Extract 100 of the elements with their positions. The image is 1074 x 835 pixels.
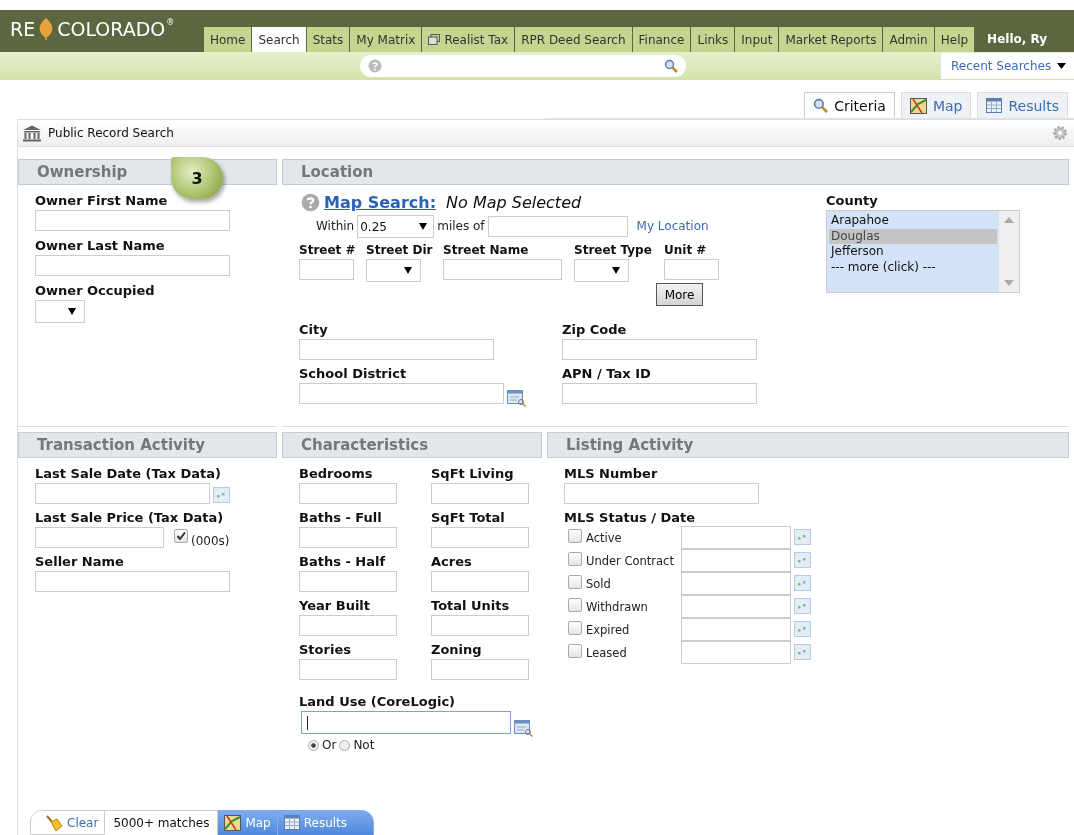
view-tab[interactable]: Map — [900, 92, 972, 118]
input-field[interactable] — [299, 615, 397, 636]
input-field[interactable] — [299, 571, 397, 592]
calendar-icon[interactable] — [794, 552, 811, 568]
nav-tab[interactable]: RPR Deed Search — [515, 27, 633, 52]
calendar-icon[interactable] — [794, 644, 811, 660]
input-field[interactable] — [431, 527, 529, 548]
calendar-icon[interactable] — [794, 621, 811, 637]
view-tab[interactable]: Criteria — [804, 92, 895, 118]
input-field[interactable] — [431, 483, 529, 504]
input-field[interactable] — [299, 483, 397, 504]
my-location-link[interactable]: My Location — [636, 219, 709, 233]
input-field[interactable] — [35, 483, 210, 504]
date-field[interactable] — [681, 549, 791, 572]
input-field[interactable] — [299, 527, 397, 548]
date-field[interactable] — [681, 526, 791, 549]
calendar-icon[interactable] — [213, 487, 230, 503]
map-icon — [909, 97, 927, 114]
field-label: Seller Name — [35, 554, 125, 570]
help-icon[interactable] — [301, 193, 320, 212]
help-icon[interactable] — [368, 59, 382, 73]
checkbox[interactable] — [568, 598, 582, 612]
input-field[interactable] — [35, 527, 164, 548]
nav-tab[interactable]: Input — [735, 27, 780, 52]
view-tab[interactable]: Results — [977, 92, 1068, 118]
registered-mark: ® — [166, 18, 175, 27]
nav-tab[interactable]: Stats — [306, 27, 351, 52]
checkbox[interactable] — [568, 529, 582, 543]
unit-label: (000s) — [191, 534, 230, 548]
input-field[interactable] — [562, 339, 757, 360]
nav-tab[interactable]: My Matrix — [350, 27, 423, 52]
input-field[interactable] — [431, 571, 529, 592]
field-label: City — [299, 322, 329, 338]
date-field[interactable] — [681, 595, 791, 618]
input-field[interactable] — [664, 259, 719, 280]
more-button[interactable]: More — [656, 283, 703, 306]
scroll-up-icon[interactable] — [1004, 217, 1014, 223]
nav-tab[interactable]: Help — [934, 27, 976, 52]
nav-tab[interactable]: Links — [691, 27, 736, 52]
nav-tab[interactable]: Finance — [632, 27, 692, 52]
radio-button[interactable] — [339, 739, 351, 751]
scroll-down-icon[interactable] — [1004, 280, 1014, 286]
input-field[interactable] — [299, 339, 494, 360]
checkbox[interactable] — [568, 621, 582, 635]
table-icon — [986, 98, 1003, 113]
select-field[interactable] — [574, 259, 629, 282]
lookup-icon[interactable] — [507, 390, 526, 407]
caret-icon — [68, 308, 76, 315]
calendar-icon[interactable] — [794, 529, 811, 545]
calendar-icon[interactable] — [794, 575, 811, 591]
nav-tab[interactable]: Home — [204, 27, 253, 52]
select-field[interactable] — [366, 259, 421, 282]
miles-of-label: miles of — [437, 219, 485, 233]
input-field[interactable] — [564, 483, 759, 504]
section-header: Location — [282, 159, 1069, 185]
input-field[interactable] — [299, 259, 354, 280]
quick-search-field[interactable] — [360, 55, 686, 77]
input-field[interactable] — [299, 383, 504, 404]
county-option[interactable]: Arapahoe — [829, 213, 997, 229]
address-field[interactable] — [487, 215, 628, 237]
county-option[interactable]: Douglas — [829, 228, 997, 244]
clear-button[interactable]: Clear — [30, 810, 106, 835]
county-listbox[interactable]: Arapahoe Douglas Jefferson --- more (click) --- — [826, 210, 1020, 293]
checkbox[interactable] — [568, 552, 582, 566]
input-field[interactable] — [299, 659, 397, 680]
input-field[interactable] — [443, 259, 562, 280]
nav-tab[interactable]: Market Reports — [779, 27, 884, 52]
input-field[interactable] — [35, 571, 230, 592]
input-field[interactable] — [35, 255, 230, 276]
input-field[interactable] — [562, 383, 757, 404]
logo-text: COLORADO — [57, 18, 166, 40]
checkbox[interactable] — [568, 644, 582, 658]
date-field[interactable] — [681, 572, 791, 595]
radio-button[interactable] — [308, 739, 319, 751]
date-field[interactable] — [681, 618, 791, 641]
calendar-icon[interactable] — [794, 598, 811, 614]
checkbox[interactable] — [568, 575, 582, 589]
lookup-icon[interactable] — [514, 720, 533, 737]
step-badge: 3 — [171, 157, 223, 199]
input-field[interactable] — [431, 615, 529, 636]
select-field[interactable] — [35, 300, 85, 323]
search-icon[interactable] — [664, 59, 678, 73]
input-field[interactable] — [301, 711, 511, 734]
nav-tab[interactable]: Realist Tax — [422, 27, 516, 52]
date-field[interactable] — [681, 641, 791, 664]
scrollbar[interactable] — [999, 211, 1019, 292]
table-icon — [283, 815, 300, 830]
input-field[interactable] — [431, 659, 529, 680]
county-option[interactable]: --- more (click) --- — [829, 259, 997, 275]
field-label: MLS Number — [564, 466, 659, 482]
map-search-link[interactable]: Map Search: — [324, 193, 437, 212]
nav-tab[interactable]: Admin — [883, 27, 935, 52]
input-field[interactable] — [35, 210, 230, 231]
recent-searches-dropdown[interactable]: Recent Searches — [940, 53, 1074, 79]
nav-tab[interactable]: Search — [252, 27, 307, 52]
radius-select[interactable]: 0.25 — [357, 215, 435, 238]
field-label: Land Use (CoreLogic) — [299, 694, 457, 710]
county-option[interactable]: Jefferson — [829, 244, 997, 260]
settings-icon[interactable] — [1052, 125, 1068, 141]
checkbox[interactable] — [174, 528, 188, 543]
